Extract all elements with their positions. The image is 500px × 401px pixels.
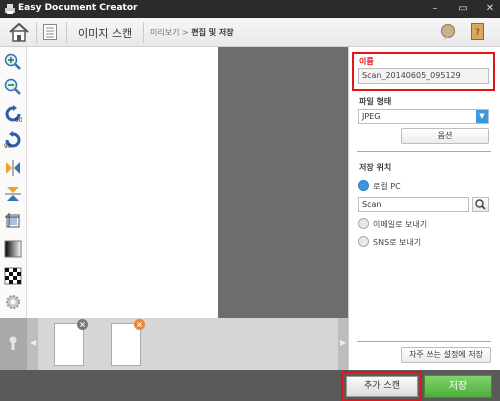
thumbnail-page[interactable]: × (111, 319, 145, 366)
file-name-field[interactable]: Scan_20140605_095129 (358, 68, 489, 84)
sns-label: SNS로 보내기 (373, 238, 422, 247)
section-divider (357, 341, 491, 342)
restore-icon[interactable]: ▭ (456, 2, 470, 16)
svg-text:?: ? (475, 28, 480, 38)
canvas-background (218, 47, 348, 318)
breadcrumb-separator: > (182, 28, 189, 37)
save-location-label: 저장 위치 (359, 163, 392, 172)
name-label: 이름 (359, 57, 374, 66)
footer-bar: 추가 스캔 저장 (0, 370, 500, 401)
crop-icon[interactable] (4, 212, 22, 230)
breadcrumb-prev[interactable]: 미리보기 (150, 28, 179, 37)
window-title: Easy Document Creator (18, 3, 138, 13)
minimize-icon[interactable]: – (428, 2, 442, 16)
title-bar: Easy Document Creator – ▭ ✕ (0, 0, 500, 18)
remove-page-icon[interactable]: × (77, 319, 88, 330)
help-bubble-icon[interactable] (440, 24, 456, 40)
scanner-light-icon (9, 336, 17, 350)
file-type-label: 파일 형태 (359, 97, 392, 106)
breadcrumb: 미리보기 > 편집 및 저장 (150, 27, 234, 38)
options-button[interactable]: 옵션 (401, 128, 489, 144)
strip-next-icon[interactable]: ▶ (340, 338, 346, 347)
toolbar-divider (66, 22, 67, 43)
printer-icon (5, 4, 15, 14)
browse-folder-button[interactable] (472, 197, 489, 212)
thumbnail-list: × × (38, 318, 338, 370)
image-canvas[interactable] (27, 47, 218, 318)
page-title: 이미지 스캔 (78, 27, 133, 40)
rotate-ccw-label: 90 (15, 117, 22, 123)
file-type-value: JPEG (362, 112, 381, 121)
save-frequent-settings-button[interactable]: 자주 쓰는 설정에 저장 (401, 347, 491, 363)
search-icon (475, 199, 486, 210)
strip-left-pane (0, 318, 27, 370)
radio-sns[interactable] (358, 236, 369, 247)
radio-email[interactable] (358, 218, 369, 229)
save-settings-panel: 이름 Scan_20140605_095129 파일 형태 JPEG ▼ 옵션 … (348, 47, 500, 370)
thumbnail-page[interactable]: × (54, 319, 88, 366)
add-scan-button[interactable]: 추가 스캔 (346, 376, 418, 397)
email-label: 이메일로 보내기 (373, 220, 428, 229)
rotate-90-ccw-icon[interactable]: 90 (4, 105, 22, 123)
rotate-cw-label: 90 (4, 143, 12, 149)
list-icon[interactable] (43, 24, 57, 40)
remove-page-icon[interactable]: × (134, 319, 145, 330)
section-divider (357, 151, 491, 152)
gear-icon[interactable] (4, 293, 22, 311)
breadcrumb-current: 편집 및 저장 (191, 28, 234, 37)
flip-vertical-icon[interactable] (4, 185, 22, 203)
toolbar-divider (143, 22, 144, 43)
rotate-90-cw-icon[interactable]: 90 (4, 131, 22, 149)
radio-local-pc[interactable] (358, 180, 369, 191)
checker-icon[interactable] (4, 267, 22, 285)
folder-field[interactable]: Scan (358, 197, 469, 212)
strip-prev-icon[interactable]: ◀ (30, 338, 36, 347)
home-icon[interactable] (8, 22, 30, 42)
file-type-select[interactable]: JPEG ▼ (358, 109, 489, 124)
zoom-out-icon[interactable] (4, 78, 22, 96)
flip-horizontal-icon[interactable] (4, 159, 22, 177)
save-button[interactable]: 저장 (424, 375, 492, 398)
close-icon[interactable]: ✕ (483, 2, 497, 16)
local-pc-label: 로컬 PC (373, 182, 401, 191)
tool-sidebar: 90 90 (0, 47, 27, 318)
grayscale-icon[interactable] (4, 240, 22, 258)
chevron-down-icon[interactable]: ▼ (476, 110, 488, 123)
thumbnail-strip: ◀ × × ▶ (0, 318, 348, 370)
toolbar: 이미지 스캔 미리보기 > 편집 및 저장 ? (0, 18, 500, 47)
zoom-in-icon[interactable] (4, 53, 22, 71)
manual-book-icon[interactable]: ? (471, 23, 484, 40)
toolbar-divider (36, 22, 37, 43)
